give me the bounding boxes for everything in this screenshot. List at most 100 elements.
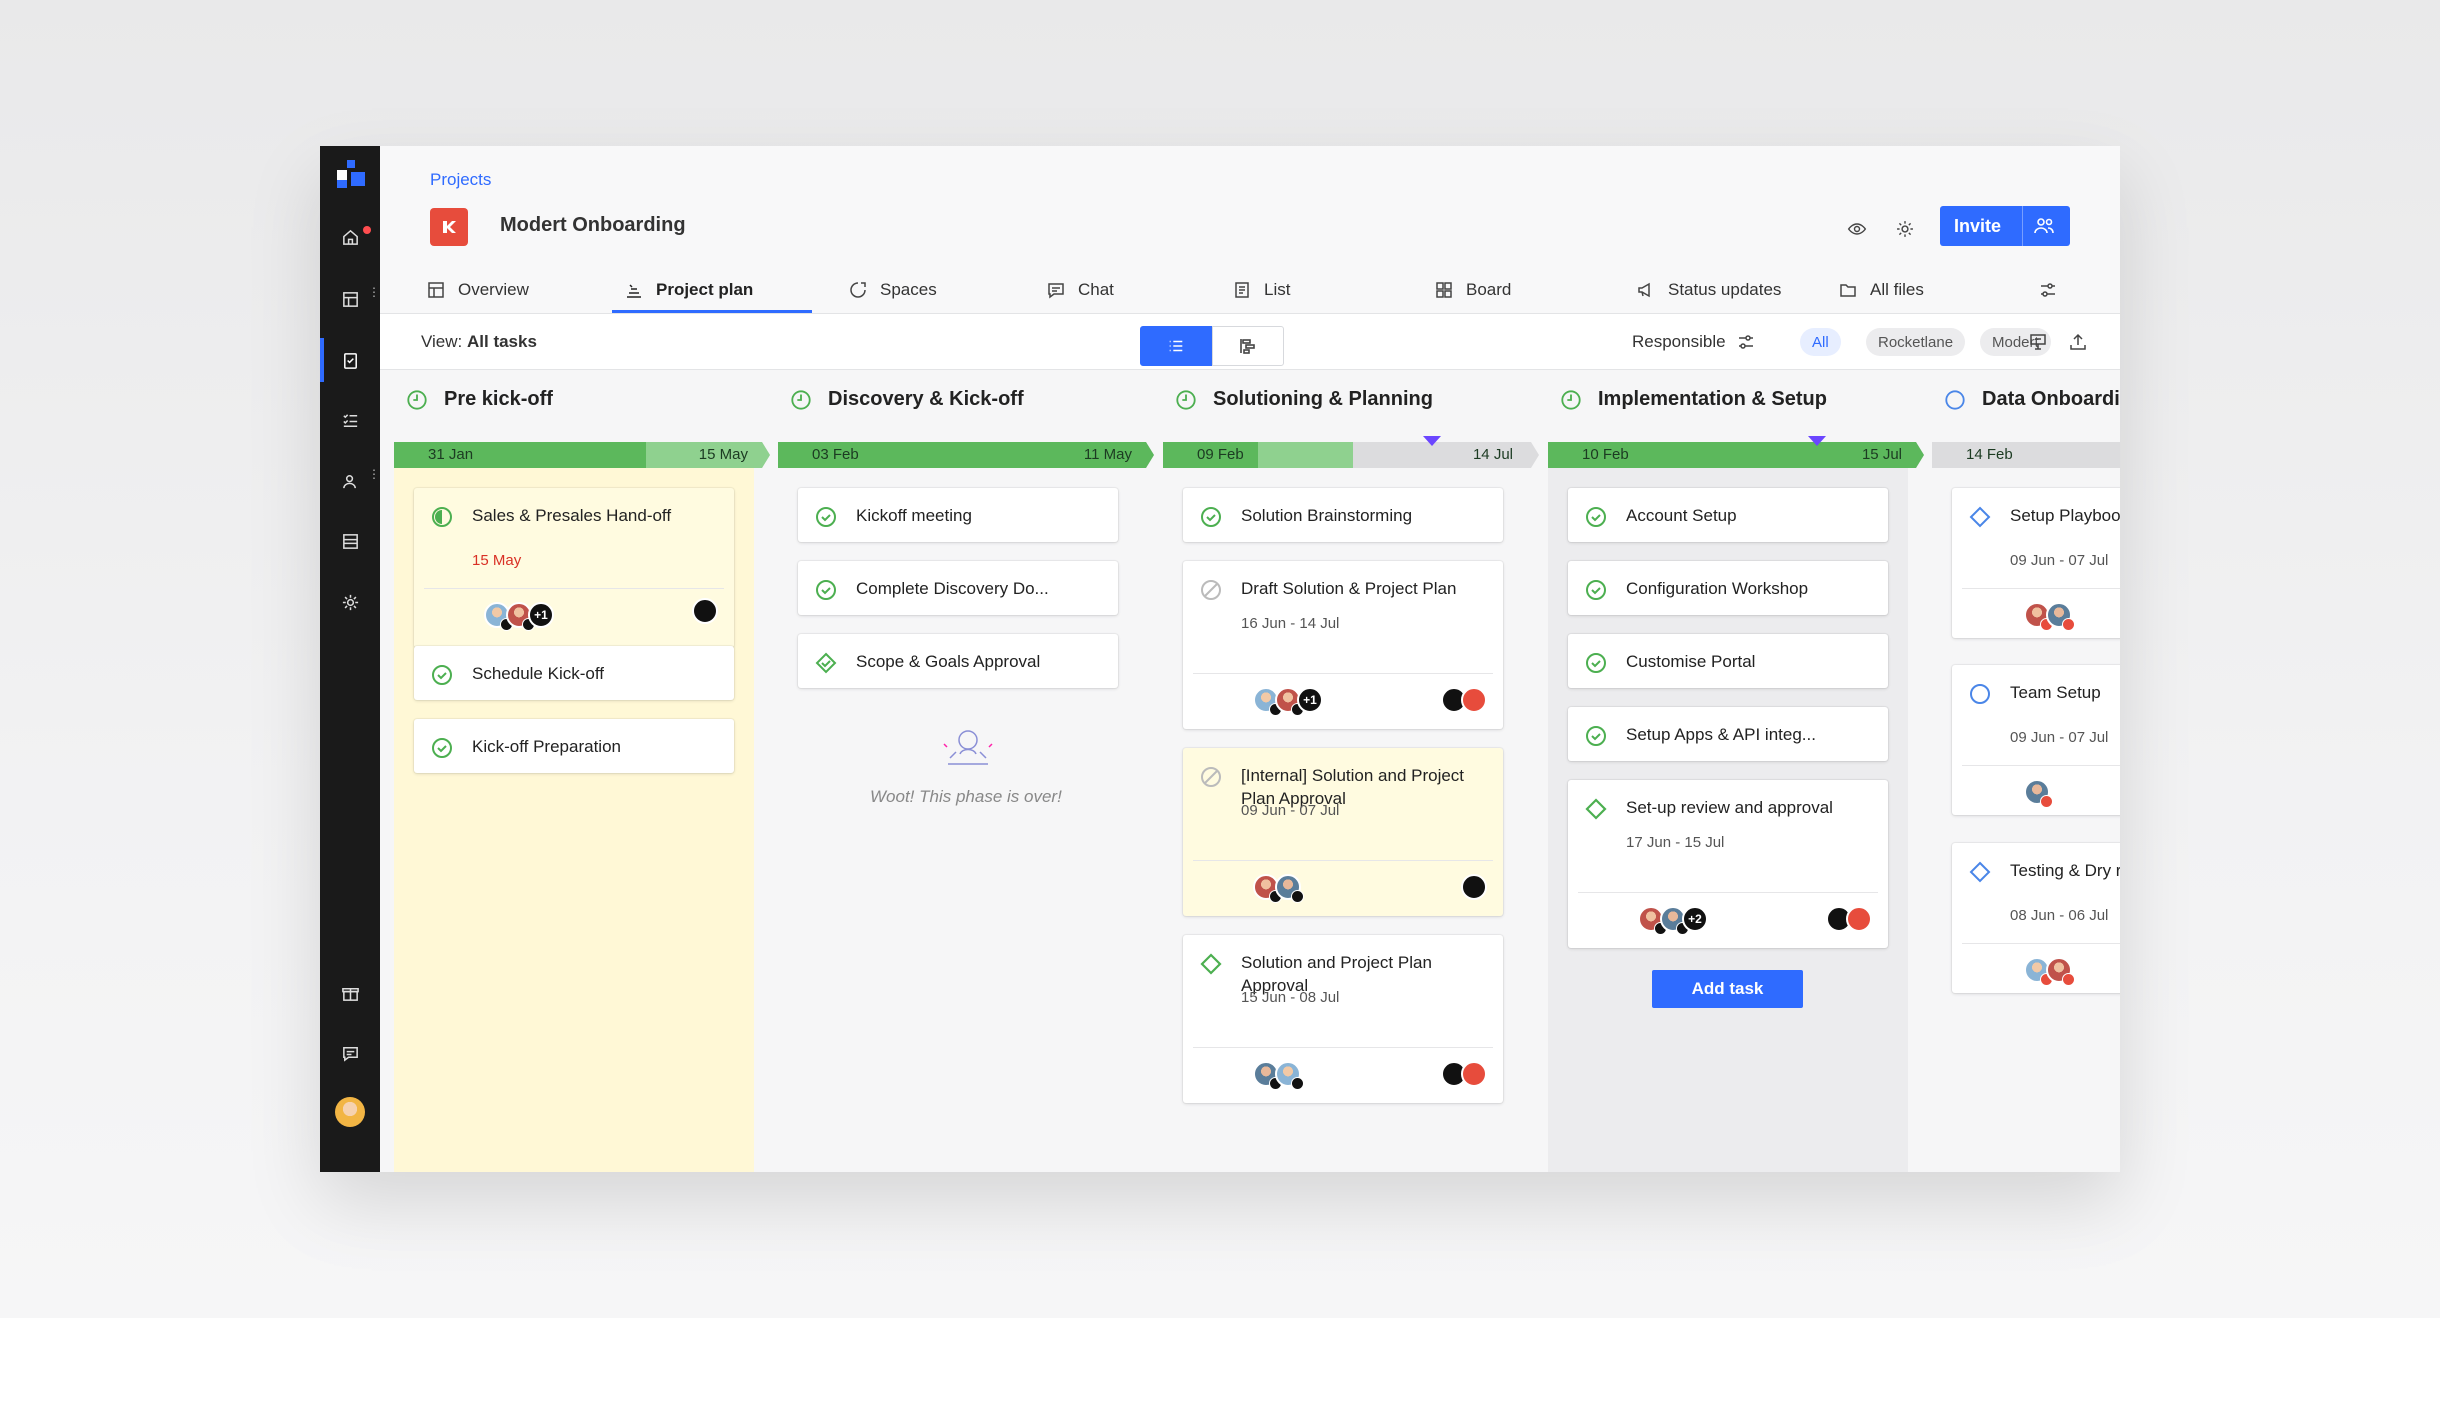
task-status-icon[interactable] xyxy=(1199,505,1223,529)
task-status-icon[interactable] xyxy=(1968,505,1992,529)
task-status-icon[interactable] xyxy=(814,505,838,529)
tab-chat[interactable]: Chat xyxy=(1046,266,1114,314)
project-settings-gear-icon[interactable] xyxy=(1892,216,1918,242)
checklist-icon[interactable] xyxy=(320,403,380,437)
owner-modert-logo-icon[interactable] xyxy=(1846,906,1872,932)
view-selector[interactable]: View: All tasks xyxy=(421,332,537,352)
breadcrumb-projects[interactable]: Projects xyxy=(430,170,491,190)
phase-header[interactable]: Data Onboardi xyxy=(1944,388,2120,411)
task-card[interactable]: Schedule Kick-off xyxy=(414,646,734,700)
task-status-icon[interactable] xyxy=(1968,682,1992,706)
task-status-icon[interactable] xyxy=(430,663,454,687)
task-card[interactable]: Account Setup xyxy=(1568,488,1888,542)
tab-customize-icon[interactable] xyxy=(2038,266,2070,314)
task-card[interactable]: Testing & Dry r 08 Jun - 06 Jul xyxy=(1952,843,2120,993)
task-status-icon[interactable] xyxy=(1199,578,1223,602)
spaces-icon xyxy=(850,282,866,298)
task-status-icon[interactable] xyxy=(1584,797,1608,821)
gift-icon[interactable] xyxy=(320,976,380,1010)
task-card[interactable]: Complete Discovery Do... xyxy=(798,561,1118,615)
owner-modert-logo-icon[interactable] xyxy=(1461,687,1487,713)
card-divider xyxy=(1578,892,1878,893)
gantt-view-toggle[interactable] xyxy=(1212,326,1284,366)
invite-people-icon xyxy=(2034,218,2054,234)
rocketlane-logo-icon[interactable] xyxy=(337,160,365,188)
task-status-icon[interactable] xyxy=(1584,578,1608,602)
task-status-icon[interactable] xyxy=(1584,651,1608,675)
user-avatar[interactable] xyxy=(335,1097,365,1127)
view-value: All tasks xyxy=(467,332,537,351)
present-icon[interactable] xyxy=(2026,330,2050,354)
task-status-icon[interactable] xyxy=(1584,505,1608,529)
task-status-icon[interactable] xyxy=(814,578,838,602)
owner-rocketlane-logo-icon[interactable] xyxy=(692,598,718,624)
watch-eye-icon[interactable] xyxy=(1844,216,1870,242)
project-logo-icon xyxy=(430,208,468,246)
timeline-end-date: 15 May xyxy=(698,446,748,463)
task-card[interactable]: Customise Portal xyxy=(1568,634,1888,688)
tab-all-files[interactable]: All files xyxy=(1838,266,1924,314)
task-card[interactable]: Kick-off Preparation xyxy=(414,719,734,773)
task-status-icon[interactable] xyxy=(430,505,454,529)
task-date: 15 May xyxy=(472,552,522,569)
phase-column: Pre kick-off 31 Jan 15 May Sales & Presales… xyxy=(394,370,778,1172)
task-status-icon[interactable] xyxy=(1199,765,1223,789)
invite-button[interactable]: Invite xyxy=(1940,206,2070,246)
tab-project-plan[interactable]: Project plan xyxy=(624,266,753,314)
owner-modert-logo-icon[interactable] xyxy=(1461,1061,1487,1087)
tab-label: Board xyxy=(1466,280,1512,299)
tab-status-updates[interactable]: Status updates xyxy=(1636,266,1781,314)
phase-complete-icon xyxy=(1561,389,1581,410)
phase-header[interactable]: Pre kick-off xyxy=(406,388,553,411)
task-card[interactable]: [Internal] Solution and Project Plan App… xyxy=(1183,748,1503,916)
project-title: Modert Onboarding xyxy=(500,214,686,236)
task-card[interactable]: Solution Brainstorming xyxy=(1183,488,1503,542)
task-card[interactable]: Scope & Goals Approval xyxy=(798,634,1118,688)
task-card[interactable]: Team Setup 09 Jun - 07 Jul xyxy=(1952,665,2120,815)
card-divider xyxy=(1193,860,1493,861)
owner-rocketlane-logo-icon[interactable] xyxy=(1461,874,1487,900)
task-card[interactable]: Solution and Project Plan Approval 15 Jun… xyxy=(1183,935,1503,1103)
project-tabs: Overview Project plan Spaces Chat List B… xyxy=(380,266,2120,314)
task-card[interactable]: Sales & Presales Hand-off 15 May +1 xyxy=(414,488,734,648)
task-card[interactable]: Configuration Workshop xyxy=(1568,561,1888,615)
phase-timeline: 10 Feb 15 Jul xyxy=(1548,442,1932,468)
phase-header[interactable]: Discovery & Kick-off xyxy=(790,388,1024,411)
feedback-chat-icon[interactable] xyxy=(320,1036,380,1070)
task-card[interactable]: Draft Solution & Project Plan 16 Jun - 14… xyxy=(1183,561,1503,729)
more-assignees-badge[interactable]: +1 xyxy=(528,602,554,628)
templates-icon[interactable] xyxy=(320,524,380,558)
task-card[interactable]: Setup Playboo 09 Jun - 07 Jul xyxy=(1952,488,2120,638)
chat-icon xyxy=(1048,283,1064,299)
people-more-icon[interactable]: ⋮ xyxy=(368,468,380,480)
phase-board: Pre kick-off 31 Jan 15 May Sales & Presales… xyxy=(380,370,2120,1172)
task-card[interactable]: Set-up review and approval 17 Jun - 15 Ju… xyxy=(1568,780,1888,948)
phase-header[interactable]: Implementation & Setup xyxy=(1560,388,1827,411)
more-assignees-badge[interactable]: +2 xyxy=(1682,906,1708,932)
task-status-icon[interactable] xyxy=(1584,724,1608,748)
filter-chip-all[interactable]: All xyxy=(1800,328,1841,356)
task-status-icon[interactable] xyxy=(1199,952,1223,976)
task-status-icon[interactable] xyxy=(814,651,838,675)
task-status-icon[interactable] xyxy=(1968,860,1992,884)
assignee-company-badge xyxy=(2062,618,2075,631)
responsible-filter[interactable]: Responsible xyxy=(1632,332,1756,352)
export-upload-icon[interactable] xyxy=(2066,330,2090,354)
projects-more-icon[interactable]: ⋮ xyxy=(368,286,380,298)
settings-gear-icon[interactable] xyxy=(320,585,380,619)
home-icon[interactable] xyxy=(320,220,380,254)
list-view-toggle[interactable] xyxy=(1140,326,1212,366)
tab-overview[interactable]: Overview xyxy=(426,266,529,314)
filter-chip-rocketlane[interactable]: Rocketlane xyxy=(1866,328,1966,356)
more-assignees-badge[interactable]: +1 xyxy=(1297,687,1323,713)
add-task-button[interactable]: Add task xyxy=(1652,970,1803,1008)
task-status-icon[interactable] xyxy=(430,736,454,760)
tab-spaces[interactable]: Spaces xyxy=(848,266,937,314)
task-card[interactable]: Kickoff meeting xyxy=(798,488,1118,542)
view-prefix: View: xyxy=(421,332,463,351)
phase-header[interactable]: Solutioning & Planning xyxy=(1175,388,1433,411)
tab-board[interactable]: Board xyxy=(1434,266,1511,314)
tab-list[interactable]: List xyxy=(1232,266,1290,314)
task-card[interactable]: Setup Apps & API integ... xyxy=(1568,707,1888,761)
tasks-icon[interactable] xyxy=(320,343,380,377)
